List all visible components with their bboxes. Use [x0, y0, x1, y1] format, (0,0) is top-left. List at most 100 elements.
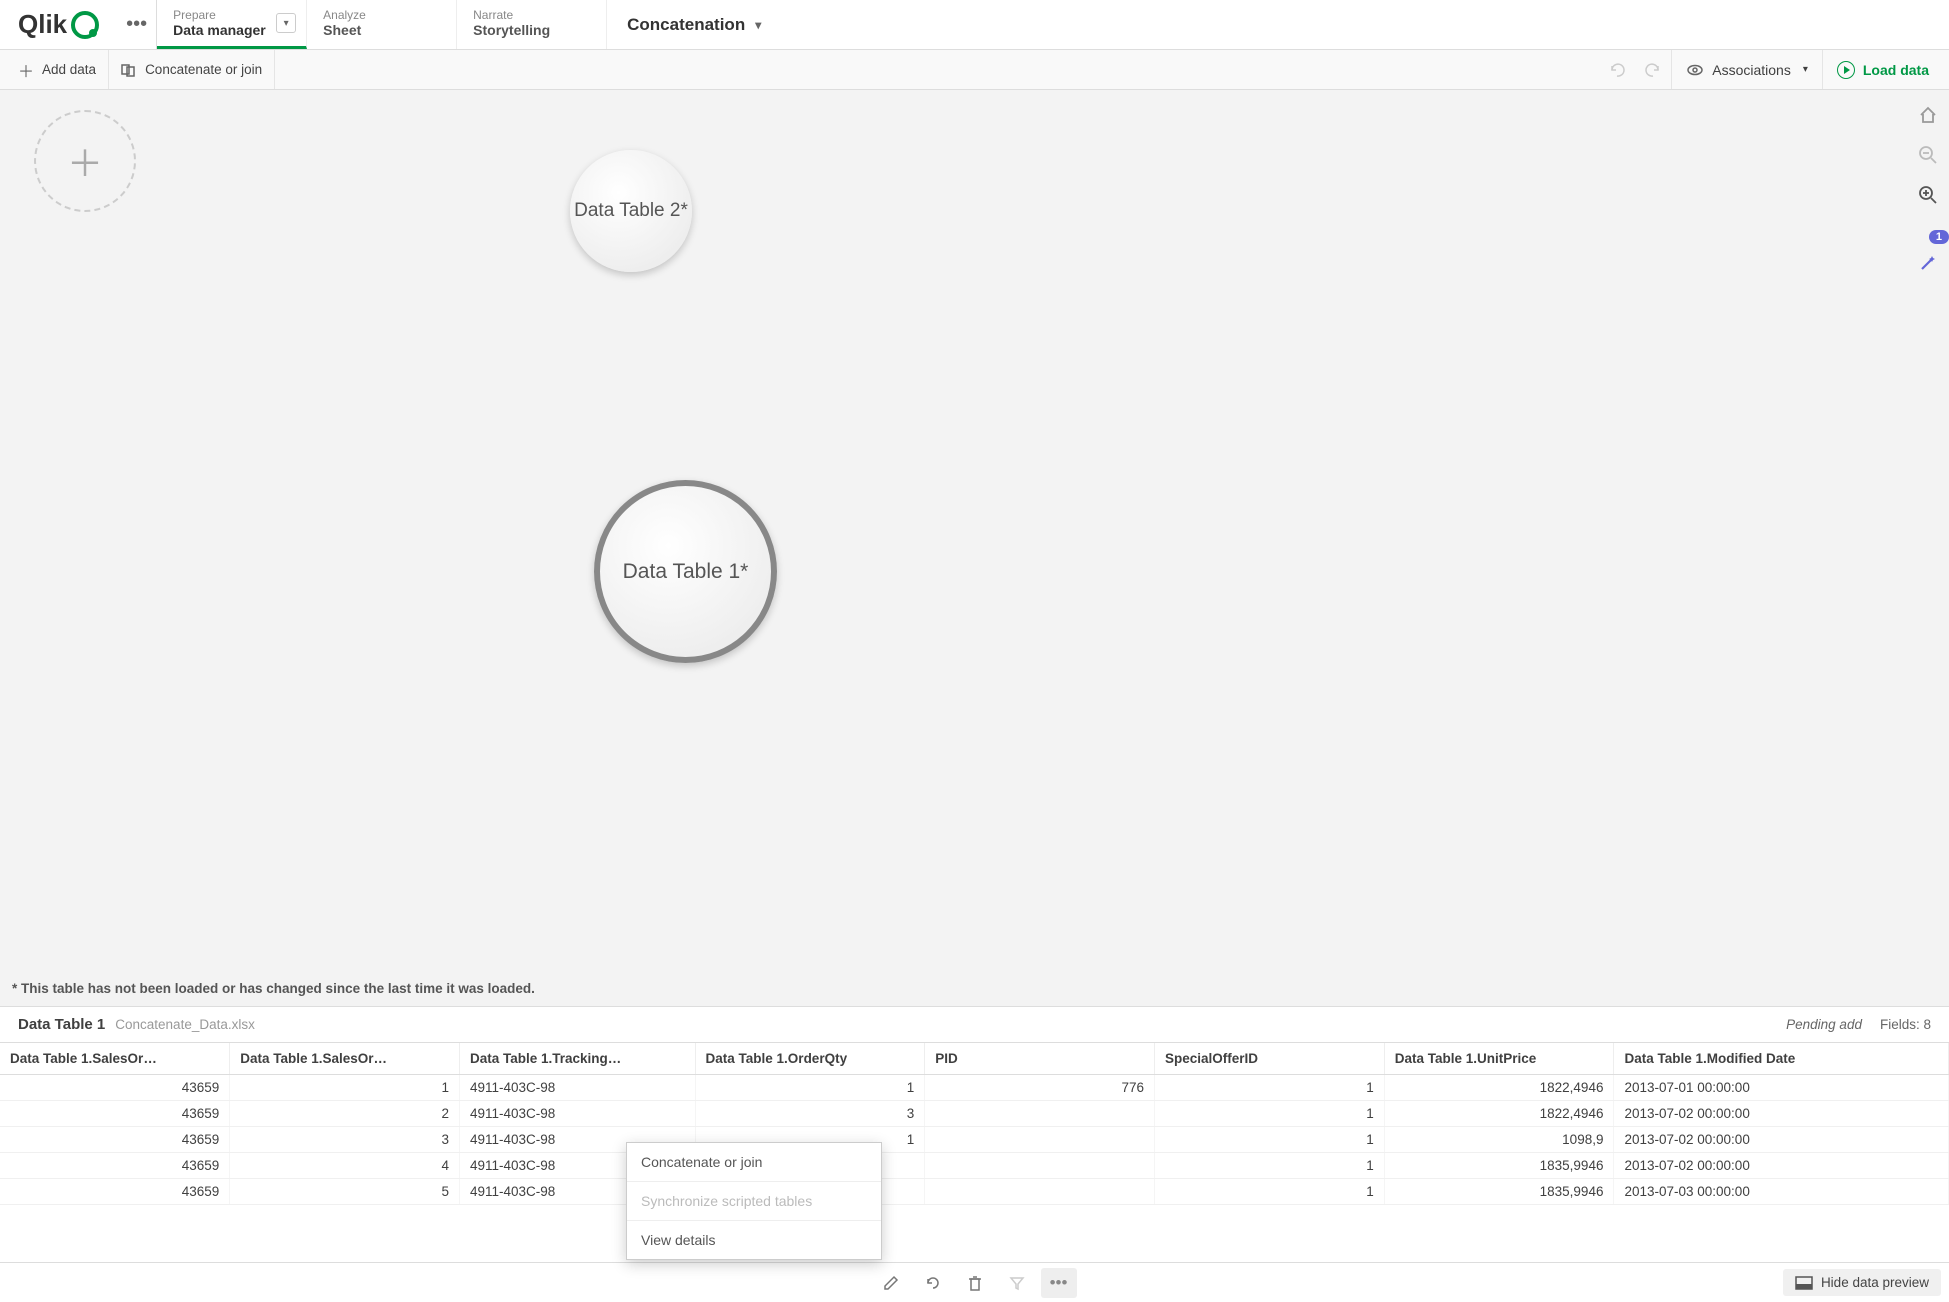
column-header[interactable]: SpecialOfferID: [1155, 1043, 1385, 1075]
chevron-down-icon: ▾: [755, 18, 761, 32]
undo-button[interactable]: [1599, 50, 1635, 89]
table-cell: 4911-403C-98: [459, 1101, 695, 1127]
concatenate-join-button[interactable]: Concatenate or join: [109, 50, 275, 89]
concat-join-label: Concatenate or join: [145, 62, 262, 77]
column-header[interactable]: Data Table 1.SalesOr…: [230, 1043, 460, 1075]
table-row[interactable]: 4365954911-403C-9811835,99462013-07-03 0…: [0, 1179, 1949, 1205]
table-cell: 3: [695, 1101, 925, 1127]
eye-icon: [1686, 61, 1704, 79]
load-data-label: Load data: [1863, 62, 1929, 78]
load-data-button[interactable]: Load data: [1822, 50, 1943, 89]
table-cell: 1: [695, 1075, 925, 1101]
nav-narrate[interactable]: Narrate Storytelling: [457, 0, 607, 49]
global-more-button[interactable]: •••: [117, 0, 157, 49]
wand-button[interactable]: 1: [1913, 248, 1943, 278]
table-cell: 2013-07-01 00:00:00: [1614, 1075, 1949, 1101]
table-cell: 776: [925, 1075, 1155, 1101]
filter-icon: [999, 1268, 1035, 1298]
side-tools: 1: [1913, 100, 1943, 278]
add-bubble-button[interactable]: ＋: [34, 110, 136, 212]
fields-count-label: Fields: 8: [1880, 1017, 1931, 1032]
hide-preview-label: Hide data preview: [1821, 1275, 1929, 1290]
table-cell: 1822,4946: [1384, 1101, 1614, 1127]
table-cell: [925, 1127, 1155, 1153]
nav-prepare-sub: Prepare: [173, 8, 290, 22]
table-cell: 4: [230, 1153, 460, 1179]
table-cell: 43659: [0, 1075, 230, 1101]
table-row[interactable]: 4365914911-403C-98177611822,49462013-07-…: [0, 1075, 1949, 1101]
preview-file-name: Concatenate_Data.xlsx: [115, 1017, 255, 1032]
column-header[interactable]: Data Table 1.Modified Date: [1614, 1043, 1949, 1075]
edit-icon[interactable]: [873, 1268, 909, 1298]
column-header[interactable]: Data Table 1.SalesOr…: [0, 1043, 230, 1075]
column-header[interactable]: PID: [925, 1043, 1155, 1075]
table-cell: 3: [230, 1127, 460, 1153]
data-preview-table: Data Table 1.SalesOr…Data Table 1.SalesO…: [0, 1042, 1949, 1260]
column-header[interactable]: Data Table 1.Tracking…: [459, 1043, 695, 1075]
canvas-footnote: * This table has not been loaded or has …: [12, 981, 535, 996]
table-cell: 1: [1155, 1075, 1385, 1101]
bubble-1-label: Data Table 1*: [623, 560, 749, 584]
plus-icon: ＋: [18, 58, 34, 82]
pending-add-label: Pending add: [1786, 1017, 1862, 1032]
nav-prepare[interactable]: Prepare Data manager ▾: [157, 0, 307, 49]
table-cell: 1835,9946: [1384, 1153, 1614, 1179]
nav-analyze[interactable]: Analyze Sheet: [307, 0, 457, 49]
table-row[interactable]: 4365944911-403C-9811835,99462013-07-02 0…: [0, 1153, 1949, 1179]
table-cell: [925, 1179, 1155, 1205]
table-cell: 43659: [0, 1153, 230, 1179]
logo: Qlik: [0, 0, 117, 49]
table-cell: 43659: [0, 1101, 230, 1127]
table-cell: 2: [230, 1101, 460, 1127]
table-cell: 2013-07-03 00:00:00: [1614, 1179, 1949, 1205]
logo-text: Qlik: [18, 9, 67, 40]
add-data-label: Add data: [42, 62, 96, 77]
zoom-out-icon[interactable]: [1913, 140, 1943, 170]
associations-label: Associations: [1712, 62, 1791, 78]
associations-button[interactable]: Associations ▾: [1671, 50, 1822, 89]
nav-narrate-main: Storytelling: [473, 22, 590, 38]
hide-data-preview-button[interactable]: Hide data preview: [1783, 1269, 1941, 1296]
bubble-2-label: Data Table 2*: [574, 200, 688, 222]
table-cell: 1: [230, 1075, 460, 1101]
nav-analyze-sub: Analyze: [323, 8, 440, 22]
table-row[interactable]: 4365924911-403C-983 11822,49462013-07-02 …: [0, 1101, 1949, 1127]
column-header[interactable]: Data Table 1.OrderQty: [695, 1043, 925, 1075]
canvas[interactable]: ＋ Data Table 2* Data Table 1* * This tab…: [0, 90, 1949, 1006]
nav-narrate-sub: Narrate: [473, 8, 590, 22]
play-icon: [1837, 61, 1855, 79]
menu-concatenate-join[interactable]: Concatenate or join: [627, 1143, 881, 1182]
panel-icon: [1795, 1276, 1813, 1290]
table-cell: 2013-07-02 00:00:00: [1614, 1127, 1949, 1153]
more-options-icon[interactable]: •••: [1041, 1268, 1077, 1298]
table-bubble-1[interactable]: Data Table 1*: [594, 480, 777, 663]
bottom-bar: ••• Hide data preview: [0, 1262, 1949, 1302]
nav-analyze-main: Sheet: [323, 22, 440, 38]
delete-icon[interactable]: [957, 1268, 993, 1298]
table-cell: 5: [230, 1179, 460, 1205]
redo-button[interactable]: [1635, 50, 1671, 89]
top-bar: Qlik ••• Prepare Data manager ▾ Analyze …: [0, 0, 1949, 50]
table-cell: 1: [1155, 1101, 1385, 1127]
table-row[interactable]: 4365934911-403C-98111098,92013-07-02 00:…: [0, 1127, 1949, 1153]
table-bubble-2[interactable]: Data Table 2*: [570, 150, 692, 272]
table-cell: 43659: [0, 1179, 230, 1205]
refresh-icon[interactable]: [915, 1268, 951, 1298]
menu-view-details[interactable]: View details: [627, 1221, 881, 1259]
table-cell: 1: [1155, 1127, 1385, 1153]
wand-badge-count: 1: [1929, 230, 1949, 244]
table-cell: 2013-07-02 00:00:00: [1614, 1153, 1949, 1179]
table-cell: 4911-403C-98: [459, 1075, 695, 1101]
preview-header: Data Table 1 Concatenate_Data.xlsx Pendi…: [0, 1006, 1949, 1042]
table-cell: 2013-07-02 00:00:00: [1614, 1101, 1949, 1127]
app-name-dropdown[interactable]: Concatenation ▾: [607, 0, 781, 49]
chevron-down-icon[interactable]: ▾: [276, 13, 296, 33]
column-header[interactable]: Data Table 1.UnitPrice: [1384, 1043, 1614, 1075]
app-name-label: Concatenation: [627, 15, 745, 35]
zoom-in-icon[interactable]: [1913, 180, 1943, 210]
nav-prepare-main: Data manager: [173, 22, 290, 38]
add-data-button[interactable]: ＋ Add data: [6, 50, 109, 89]
table-cell: 1822,4946: [1384, 1075, 1614, 1101]
concat-icon: [121, 62, 137, 78]
home-icon[interactable]: [1913, 100, 1943, 130]
